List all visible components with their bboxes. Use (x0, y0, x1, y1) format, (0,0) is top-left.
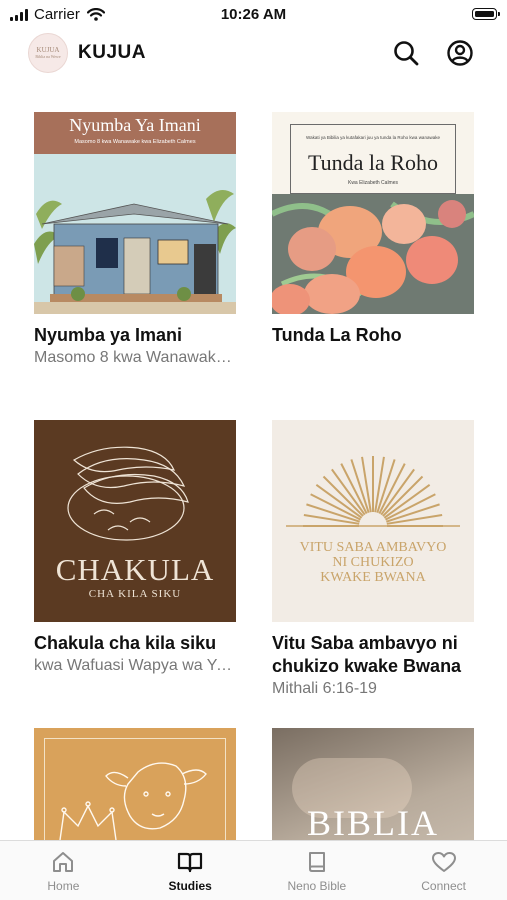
cover-chakula: CHAKULA CHA KILA SIKU (34, 420, 236, 622)
card-title: Nyumba ya Imani (34, 325, 183, 345)
cover-subheading: CHA KILA SIKU (88, 588, 182, 600)
app-logo: KUJUA Biblia na Wewe (28, 33, 68, 73)
study-card-lamb[interactable] (34, 728, 236, 840)
bible-icon (308, 852, 325, 872)
cover-heading: Nyumba Ya Imani (69, 115, 201, 135)
search-button[interactable] (390, 37, 422, 69)
tab-label: Neno Bible (287, 879, 347, 893)
bread-illustration (67, 446, 189, 541)
cover-text: VITU SABA AMBAVYO NI CHUKIZO KWAKE BWANA (272, 540, 474, 585)
card-subtitle: kwa Wafuasi Wapya wa Yesu (34, 657, 236, 674)
cover-nyumba-ya-imani: Nyumba Ya Imani Masomo 8 kwa Wanawake kw… (34, 112, 236, 314)
search-icon (394, 41, 419, 66)
status-bar: Carrier 10:26 AM (0, 0, 507, 30)
study-card-biblia[interactable]: BIBLIA (272, 728, 474, 840)
cover-line-1: VITU SABA AMBAVYO (299, 540, 447, 555)
tab-connect[interactable]: Connect (380, 841, 507, 900)
study-card-vitu-saba[interactable]: VITU SABA AMBAVYO NI CHUKIZO KWAKE BWANA… (272, 420, 474, 699)
tab-neno-bible[interactable]: Neno Bible (254, 841, 381, 900)
lamb-crown-illustration (59, 762, 207, 840)
open-book-icon (178, 852, 203, 873)
account-button[interactable] (444, 37, 476, 69)
tab-bar: Home Studies Neno Bible Connect (0, 840, 507, 900)
home-icon (53, 852, 74, 872)
study-card-tunda-la-roho[interactable]: Wakati ya Bibilia ya kutafakari juu ya t… (272, 112, 474, 347)
account-icon (447, 40, 473, 66)
card-title: Chakula cha kila siku (34, 633, 217, 653)
fruit-illustration (272, 194, 474, 314)
cover-heading: CHAKULA (55, 552, 215, 587)
tab-studies[interactable]: Studies (127, 841, 254, 900)
app-header: KUJUA Biblia na Wewe KUJUA (0, 30, 507, 76)
status-time: 10:26 AM (220, 6, 287, 23)
study-card-chakula[interactable]: CHAKULA CHA KILA SIKU Chakula cha kila s… (34, 420, 236, 676)
tab-label: Home (47, 879, 80, 893)
sunburst-illustration (286, 456, 460, 527)
cover-vitu-saba: VITU SABA AMBAVYO NI CHUKIZO KWAKE BWANA (272, 420, 474, 622)
house-illustration (34, 154, 236, 314)
cover-frame: Wakati ya Bibilia ya kutafakari juu ya t… (290, 124, 456, 194)
tab-home[interactable]: Home (0, 841, 127, 900)
study-card-nyumba-ya-imani[interactable]: Nyumba Ya Imani Masomo 8 kwa Wanawake kw… (34, 112, 236, 368)
heart-icon (431, 852, 456, 872)
tab-label: Connect (421, 879, 466, 893)
card-title: Tunda La Roho (272, 325, 402, 345)
card-subtitle: Mithali 6:16-19 (272, 680, 377, 697)
cover-heading: BIBLIA (307, 803, 439, 840)
card-subtitle: Masomo 8 kwa Wanawake kwa Elizabeth Calm… (34, 349, 236, 366)
cover-tunda-la-roho: Wakati ya Bibilia ya kutafakari juu ya t… (272, 112, 474, 314)
app-title: KUJUA (78, 42, 146, 63)
cover-byline: Masomo 8 kwa Wanawake kwa Elizabeth Calm… (74, 139, 196, 145)
cover-banner: Nyumba Ya Imani Masomo 8 kwa Wanawake kw… (34, 112, 236, 154)
logo-subtext: Biblia na Wewe (35, 53, 61, 59)
card-title: Vitu Saba ambavyo ni chukizo kwake Bwana (272, 633, 462, 676)
studies-grid: Nyumba Ya Imani Masomo 8 kwa Wanawake kw… (0, 76, 507, 840)
cover-top-text: Wakati ya Bibilia ya kutafakari juu ya t… (306, 135, 440, 140)
cover-biblia: BIBLIA (272, 728, 474, 840)
cover-lamb (34, 728, 236, 840)
cover-byline: Kwa Elizabeth Calmes (347, 180, 399, 186)
battery-icon (472, 8, 500, 20)
tab-label: Studies (168, 879, 212, 893)
cover-line-2: NI CHUKIZO (332, 555, 414, 570)
cover-heading: Tunda la Roho (308, 150, 438, 175)
cover-line-3: KWAKE BWANA (320, 570, 426, 585)
